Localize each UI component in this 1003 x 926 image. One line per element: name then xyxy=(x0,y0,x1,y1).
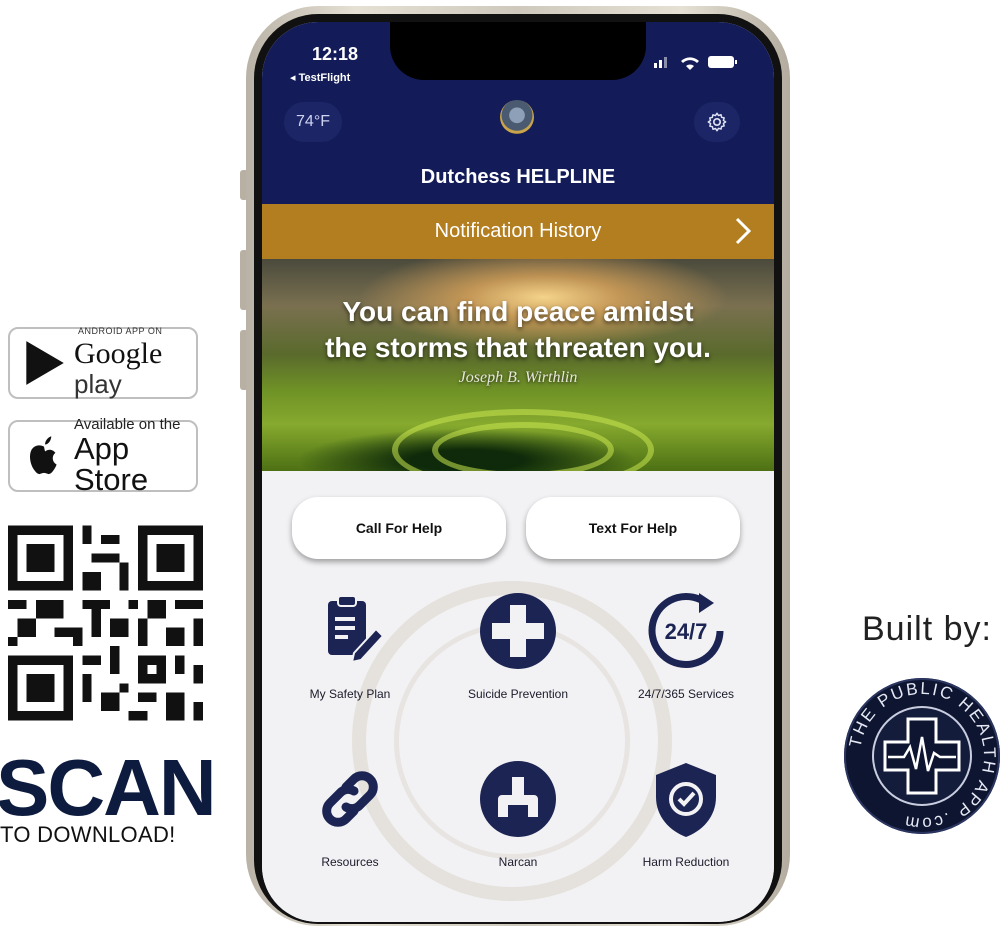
link-icon xyxy=(322,771,378,827)
quote-line-1: You can find peace amidst xyxy=(342,296,694,327)
gear-icon xyxy=(707,112,727,132)
hero-landscape-ring xyxy=(432,422,614,478)
google-brand-text: Google xyxy=(74,337,163,370)
app-title: Dutchess HELPLINE xyxy=(420,166,616,188)
scan-heading: SCAN xyxy=(0,743,217,832)
call-for-help-button[interactable]: Call For Help xyxy=(292,497,506,559)
quote-author: Joseph B. Wirthlin xyxy=(458,369,578,386)
tile-label: Resources xyxy=(321,855,379,869)
county-seal-icon xyxy=(500,100,534,134)
clock-24-7-icon: 24/7 xyxy=(648,593,724,668)
safety-plan-icon xyxy=(328,595,385,664)
app-header: 12:18 ◂ TestFlight 74°F Dutchess HELPLIN… xyxy=(262,22,774,204)
wifi-icon xyxy=(681,57,699,70)
tile-suicide-prevention[interactable]: Suicide Prevention xyxy=(438,589,598,701)
tile-label: Harm Reduction xyxy=(642,855,730,869)
quote-line-2: the storms that threaten you. xyxy=(325,332,711,363)
back-to-testflight[interactable]: ◂ TestFlight xyxy=(290,71,350,84)
text-for-help-button[interactable]: Text For Help xyxy=(526,497,740,559)
to-download-text: TO DOWNLOAD! xyxy=(0,822,176,847)
tile-label: 24/7/365 Services xyxy=(637,687,735,701)
clock-24-7-text: 24/7 xyxy=(665,619,708,644)
signal-icon xyxy=(654,57,667,68)
shield-check-icon xyxy=(656,763,716,837)
play-store-icon xyxy=(26,341,64,385)
google-play-badge[interactable]: ANDROID APP ON Google play xyxy=(8,327,198,399)
cross-icon xyxy=(480,593,556,669)
tile-harm-reduction[interactable]: Harm Reduction xyxy=(606,757,766,869)
app-store-small-text: Available on the xyxy=(74,416,181,433)
tile-label: My Safety Plan xyxy=(309,687,391,701)
status-time: 12:18 xyxy=(312,44,359,64)
google-play-small-text: ANDROID APP ON xyxy=(78,326,163,336)
notification-history-bar[interactable]: Notification History xyxy=(262,204,774,259)
public-health-app-logo: THE PUBLIC HEALTH APP .com xyxy=(844,678,1000,834)
tile-24-7-365-services[interactable]: 24/7 24/7/365 Services xyxy=(606,589,766,701)
play-word-text: play xyxy=(74,369,122,399)
tile-my-safety-plan[interactable]: My Safety Plan xyxy=(270,589,430,701)
phone-screen: 12:18 ◂ TestFlight 74°F Dutchess HELPLIN… xyxy=(262,22,774,922)
app-store-badge[interactable]: Available on the App Store xyxy=(8,416,198,497)
nasal-spray-icon xyxy=(480,761,556,837)
status-icons xyxy=(654,56,737,70)
chevron-right-icon xyxy=(735,217,752,245)
app-store-big-text: App Store xyxy=(74,431,149,497)
main-content: Call For Help Text For Help My Safety Pl… xyxy=(262,471,774,922)
apple-icon xyxy=(30,436,57,475)
weather-temperature[interactable]: 74°F xyxy=(284,102,342,142)
built-by-label: Built by: xyxy=(862,610,992,648)
inspirational-quote-banner: You can find peace amidst the storms tha… xyxy=(262,259,774,491)
settings-button[interactable] xyxy=(694,102,740,142)
battery-icon xyxy=(708,56,737,68)
notification-history-label: Notification History xyxy=(434,220,602,242)
tile-narcan[interactable]: Narcan xyxy=(438,757,598,869)
tile-resources[interactable]: Resources xyxy=(270,757,430,869)
tile-label: Suicide Prevention xyxy=(467,687,569,701)
tile-label: Narcan xyxy=(498,855,538,869)
qr-code xyxy=(8,525,203,721)
phone-notch xyxy=(390,22,646,80)
